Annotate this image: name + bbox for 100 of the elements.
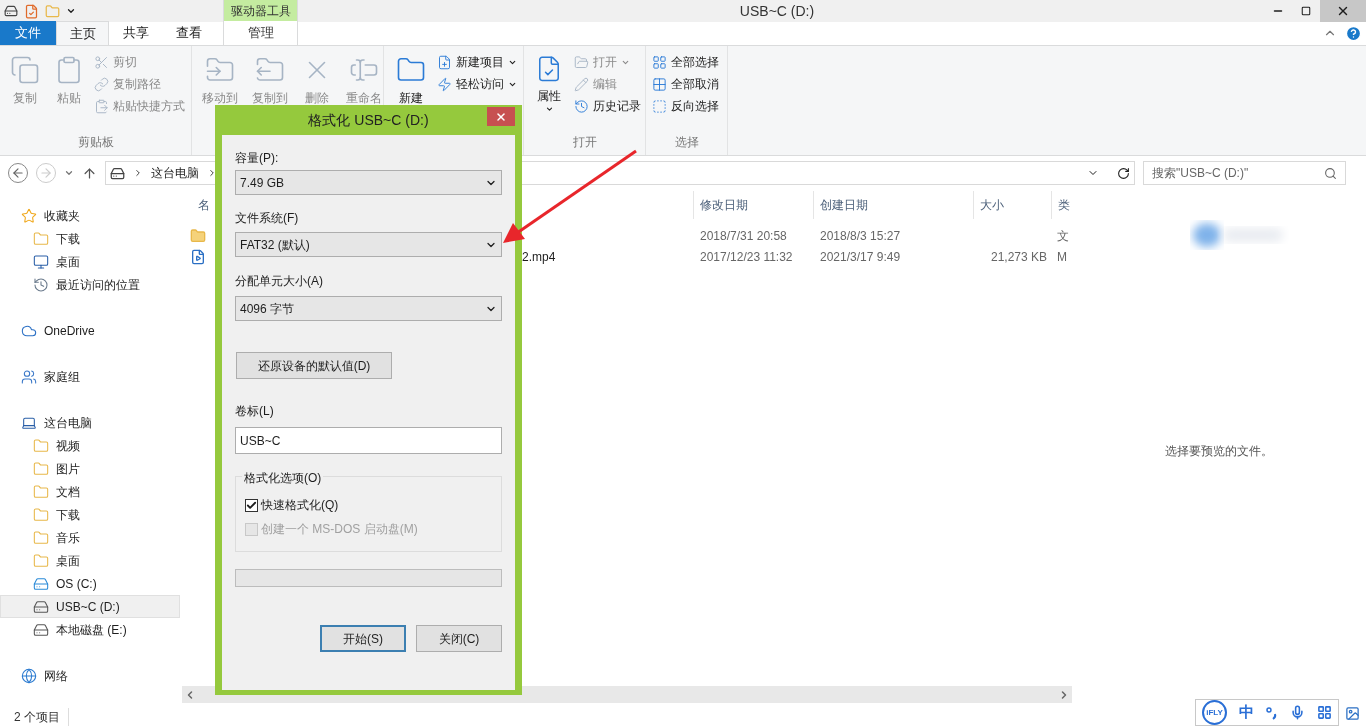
ribbon-tab[interactable]: 主页 bbox=[56, 21, 109, 45]
history-dropdown-icon[interactable] bbox=[64, 168, 74, 178]
folder-icon bbox=[33, 552, 49, 569]
ribbon-button[interactable]: 轻松访问 bbox=[437, 73, 517, 95]
close-button[interactable] bbox=[487, 107, 515, 126]
help-icon[interactable] bbox=[1345, 25, 1362, 42]
maximize-icon bbox=[1301, 6, 1311, 16]
file-tab[interactable]: 文件 bbox=[0, 21, 56, 45]
ribbon-button[interactable]: 全部取消 bbox=[652, 73, 719, 95]
drive-icon bbox=[33, 575, 49, 592]
close-icon bbox=[495, 110, 507, 123]
folder-icon bbox=[33, 230, 49, 247]
checkbox[interactable]: 快速格式化(Q) bbox=[245, 497, 501, 513]
image-icon[interactable] bbox=[1345, 706, 1360, 721]
item-count: 2 个项目 bbox=[14, 707, 69, 726]
nav-item[interactable]: 网络 bbox=[0, 664, 180, 687]
caret-icon[interactable] bbox=[66, 6, 76, 16]
group-label: 选择 bbox=[673, 134, 700, 151]
microphone-icon[interactable] bbox=[1290, 705, 1305, 720]
nav-item[interactable]: 家庭组 bbox=[0, 365, 180, 388]
ribbon-icon bbox=[94, 76, 109, 92]
nav-item[interactable]: 桌面 bbox=[0, 549, 180, 572]
properties-icon[interactable] bbox=[24, 3, 39, 19]
file-name[interactable]: 2.mp4 bbox=[522, 247, 556, 266]
breadcrumb-separator-icon bbox=[207, 168, 217, 178]
column-header[interactable]: 修改日期 bbox=[693, 191, 813, 219]
nav-item[interactable]: 下载 bbox=[0, 503, 180, 526]
context-tab-header: 驱动器工具 bbox=[224, 0, 297, 21]
ribbon-button[interactable]: 新建项目 bbox=[437, 51, 517, 73]
preview-message: 选择要预览的文件。 bbox=[1165, 443, 1273, 460]
folder-icon bbox=[33, 460, 49, 477]
field-label: 文件系统(F) bbox=[235, 210, 300, 225]
ribbon-button[interactable]: 历史记录 bbox=[574, 95, 641, 117]
column-header[interactable]: 类 bbox=[1051, 191, 1071, 219]
nav-item[interactable]: OS (C:) bbox=[0, 572, 180, 595]
dropdown[interactable]: 7.49 GB bbox=[235, 170, 502, 195]
close-icon bbox=[1336, 4, 1350, 18]
ribbon-tab[interactable]: 查看 bbox=[162, 21, 215, 45]
nav-item[interactable]: 桌面 bbox=[0, 250, 180, 273]
table-cell-text: 文 bbox=[1056, 227, 1070, 245]
group-label: 格式化选项(O) bbox=[242, 469, 324, 487]
dialog-button[interactable]: 开始(S) bbox=[320, 625, 406, 652]
video-file-icon bbox=[190, 248, 206, 265]
dropdown[interactable]: FAT32 (默认) bbox=[235, 232, 502, 257]
folder-icon bbox=[33, 437, 49, 454]
nav-item[interactable]: 图片 bbox=[0, 457, 180, 480]
table-cell-text: 2021/3/17 9:49 bbox=[819, 248, 902, 266]
ribbon-button[interactable]: 全部选择 bbox=[652, 51, 719, 73]
refresh-icon[interactable] bbox=[1117, 166, 1130, 180]
column-header[interactable]: 大小 bbox=[973, 191, 1051, 219]
search-field[interactable]: 搜索"USB~C (D:)" bbox=[1143, 161, 1346, 185]
ribbon-icon bbox=[652, 76, 667, 92]
dropdown[interactable]: 4096 字节 bbox=[235, 296, 502, 321]
checkbox-box[interactable] bbox=[245, 498, 258, 512]
table-cell-text: M bbox=[1056, 248, 1068, 266]
folder-icon bbox=[190, 227, 206, 244]
nav-item[interactable]: 音乐 bbox=[0, 526, 180, 549]
input-field[interactable]: USB~C bbox=[235, 427, 502, 454]
nav-item[interactable]: 这台电脑 bbox=[0, 411, 180, 434]
ribbon-tab[interactable]: 共享 bbox=[109, 21, 162, 45]
nav-item[interactable]: 文档 bbox=[0, 480, 180, 503]
up-button[interactable] bbox=[82, 165, 97, 181]
ribbon-icon bbox=[574, 76, 589, 92]
drive-icon bbox=[4, 4, 18, 18]
monitor-icon bbox=[33, 253, 49, 270]
folder-icon bbox=[33, 529, 49, 546]
nav-item[interactable]: USB~C (D:) bbox=[0, 595, 180, 618]
table-cell-text: 2017/12/23 11:32 bbox=[699, 248, 794, 266]
nav-item[interactable]: 下载 bbox=[0, 227, 180, 250]
search-icon bbox=[1324, 166, 1337, 180]
table-cell-text: 2018/8/3 15:27 bbox=[819, 227, 902, 245]
nav-item[interactable]: OneDrive bbox=[0, 319, 180, 342]
ime-logo[interactable]: iFLY bbox=[1202, 700, 1227, 725]
nav-item[interactable]: 本地磁盘 (E:) bbox=[0, 618, 180, 641]
group-label: 剪贴板 bbox=[76, 134, 115, 151]
ribbon-icon bbox=[652, 54, 667, 70]
folder-icon bbox=[33, 506, 49, 523]
dialog-button[interactable]: 关闭(C) bbox=[416, 625, 502, 652]
ribbon-icon bbox=[10, 55, 40, 85]
column-header[interactable]: 创建日期 bbox=[813, 191, 973, 219]
input-mode[interactable]: 中 bbox=[1239, 701, 1254, 724]
star-icon bbox=[21, 207, 37, 224]
ribbon-button[interactable]: 新建 bbox=[390, 51, 431, 113]
ribbon-icon bbox=[652, 98, 667, 114]
globe-icon bbox=[21, 667, 37, 684]
grid-icon[interactable] bbox=[1317, 705, 1332, 720]
nav-item[interactable]: 视频 bbox=[0, 434, 180, 457]
nav-item[interactable]: 最近访问的位置 bbox=[0, 273, 180, 296]
ribbon-button[interactable]: 反向选择 bbox=[652, 95, 719, 117]
ribbon-icon bbox=[94, 54, 109, 70]
ribbon-icon bbox=[437, 54, 452, 70]
table-cell-text: 2018/7/31 20:58 bbox=[699, 227, 788, 245]
nav-item[interactable]: 收藏夹 bbox=[0, 204, 180, 227]
field-label: 分配单元大小(A) bbox=[235, 273, 324, 288]
breadcrumb[interactable]: 这台电脑 bbox=[151, 164, 199, 182]
ribbon-icon bbox=[94, 98, 109, 114]
ribbon-button[interactable]: 属性 bbox=[530, 51, 568, 113]
ribbon-icon bbox=[574, 54, 589, 70]
punctuation-icon[interactable] bbox=[1266, 705, 1278, 720]
restore-defaults-button[interactable]: 还原设备的默认值(D) bbox=[236, 352, 392, 379]
